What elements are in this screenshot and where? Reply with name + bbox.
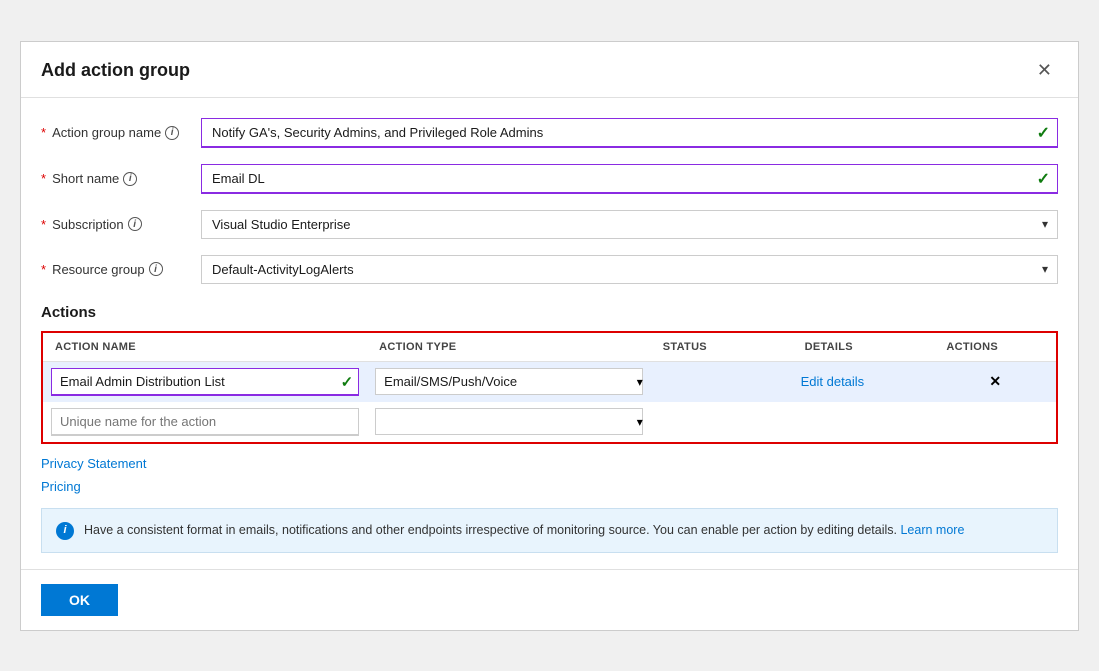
info-banner: i Have a consistent format in emails, no… xyxy=(41,508,1058,553)
resource-group-label: * Resource group i xyxy=(41,262,201,277)
short-name-label: * Short name i xyxy=(41,171,201,186)
required-star-3: * xyxy=(41,217,46,232)
new-action-name-input[interactable] xyxy=(51,408,359,436)
remove-cell: ✕ xyxy=(934,361,1056,402)
col-header-status: STATUS xyxy=(651,333,793,362)
add-action-group-dialog: Add action group ✕ * Action group name i… xyxy=(20,41,1079,631)
required-star-2: * xyxy=(41,171,46,186)
action-group-name-input[interactable] xyxy=(201,118,1058,148)
new-actions-cell xyxy=(934,402,1056,442)
short-name-row: * Short name i ✓ xyxy=(41,164,1058,194)
action-type-select[interactable]: Email/SMS/Push/Voice xyxy=(375,368,643,395)
details-cell: Edit details xyxy=(793,361,935,402)
links-section: Privacy Statement Pricing xyxy=(41,456,1058,494)
col-header-action-name: ACTION NAME xyxy=(43,333,367,362)
remove-action-button[interactable]: ✕ xyxy=(983,371,1007,392)
resource-group-select-wrapper: Default-ActivityLogAlerts ▾ xyxy=(201,255,1058,284)
resource-group-row: * Resource group i Default-ActivityLogAl… xyxy=(41,255,1058,284)
new-details-cell xyxy=(793,402,935,442)
action-group-name-check-icon: ✓ xyxy=(1037,123,1050,143)
col-header-details: DETAILS xyxy=(793,333,935,362)
info-banner-text: Have a consistent format in emails, noti… xyxy=(84,521,1043,540)
subscription-row: * Subscription i Visual Studio Enterpris… xyxy=(41,210,1058,239)
subscription-label: * Subscription i xyxy=(41,217,201,232)
table-row: ✓ Email/SMS/Push/Voice ▾ xyxy=(43,361,1056,402)
ok-button[interactable]: OK xyxy=(41,584,118,616)
new-action-type-cell: ▾ xyxy=(367,402,651,442)
close-button[interactable]: ✕ xyxy=(1031,58,1058,83)
dialog-header: Add action group ✕ xyxy=(21,42,1078,98)
action-name-check-icon: ✓ xyxy=(341,373,354,391)
privacy-statement-link[interactable]: Privacy Statement xyxy=(41,456,1058,471)
short-name-check-icon: ✓ xyxy=(1037,169,1050,189)
required-star: * xyxy=(41,125,46,140)
actions-section-title: Actions xyxy=(41,300,1058,321)
subscription-select-wrapper: Visual Studio Enterprise ▾ xyxy=(201,210,1058,239)
info-banner-icon: i xyxy=(56,522,74,540)
action-group-name-row: * Action group name i ✓ xyxy=(41,118,1058,148)
action-group-name-wrapper: ✓ xyxy=(201,118,1058,148)
resource-group-select[interactable]: Default-ActivityLogAlerts xyxy=(201,255,1058,284)
dialog-footer: OK xyxy=(21,569,1078,630)
short-name-input[interactable] xyxy=(201,164,1058,194)
short-name-wrapper: ✓ xyxy=(201,164,1058,194)
edit-details-link[interactable]: Edit details xyxy=(801,374,865,389)
subscription-select[interactable]: Visual Studio Enterprise xyxy=(201,210,1058,239)
action-type-cell: Email/SMS/Push/Voice ▾ xyxy=(367,361,651,402)
col-header-action-type: ACTION TYPE xyxy=(367,333,651,362)
new-action-type-select[interactable] xyxy=(375,408,643,435)
new-action-row: ▾ xyxy=(43,402,1056,442)
resource-group-info-icon[interactable]: i xyxy=(149,262,163,276)
new-status-cell xyxy=(651,402,793,442)
short-name-info-icon[interactable]: i xyxy=(123,172,137,186)
action-name-cell: ✓ xyxy=(43,361,367,402)
subscription-info-icon[interactable]: i xyxy=(128,217,142,231)
pricing-link[interactable]: Pricing xyxy=(41,479,1058,494)
table-header-row: ACTION NAME ACTION TYPE STATUS DETAILS A… xyxy=(43,333,1056,362)
actions-table-wrapper: ACTION NAME ACTION TYPE STATUS DETAILS A… xyxy=(41,331,1058,444)
learn-more-link[interactable]: Learn more xyxy=(900,523,964,537)
dialog-body: * Action group name i ✓ * Short name i ✓ xyxy=(21,98,1078,553)
col-header-actions: ACTIONS xyxy=(934,333,1056,362)
new-action-name-cell xyxy=(43,402,367,442)
actions-table: ACTION NAME ACTION TYPE STATUS DETAILS A… xyxy=(43,333,1056,442)
action-group-name-info-icon[interactable]: i xyxy=(165,126,179,140)
dialog-title: Add action group xyxy=(41,60,190,81)
action-group-name-label: * Action group name i xyxy=(41,125,201,140)
action-name-input[interactable] xyxy=(51,368,359,396)
status-cell xyxy=(651,361,793,402)
required-star-4: * xyxy=(41,262,46,277)
